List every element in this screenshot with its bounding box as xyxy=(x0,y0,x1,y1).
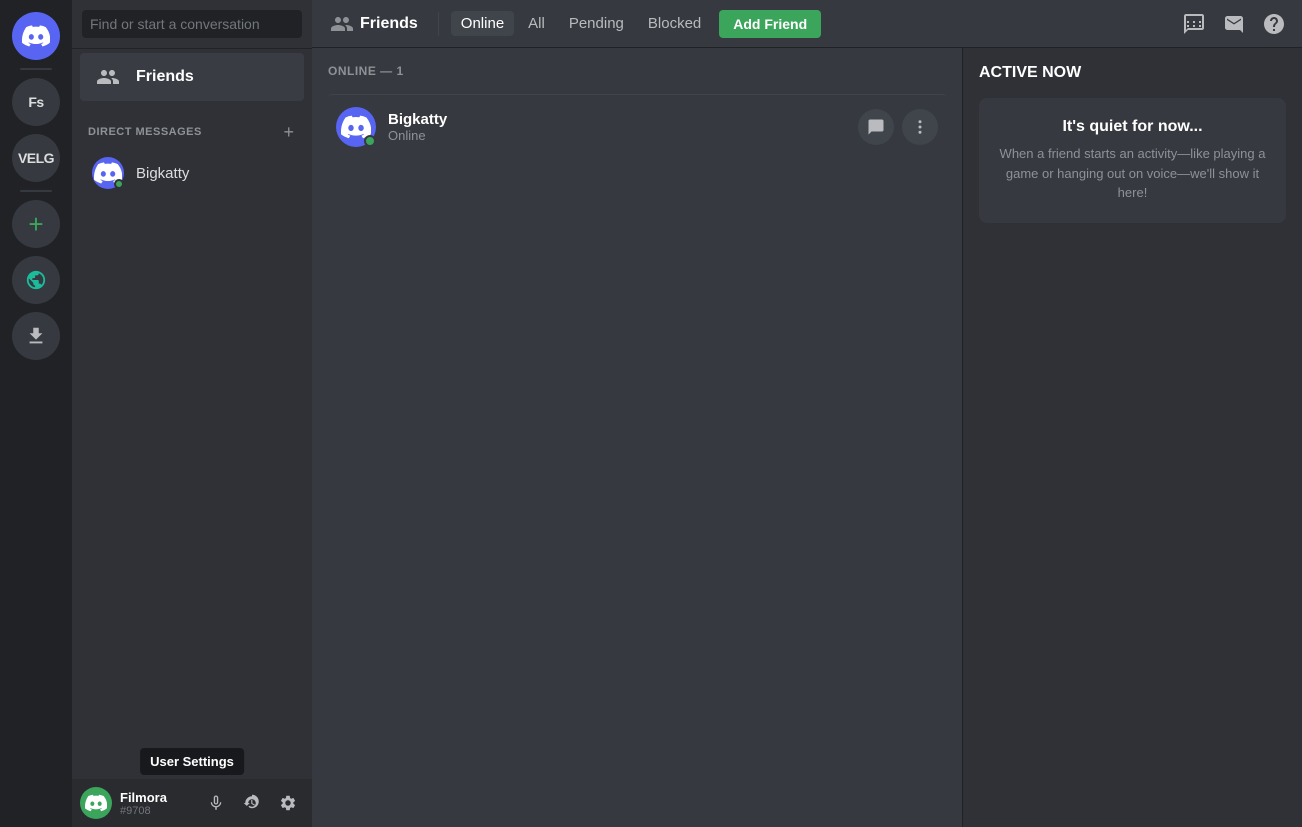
dm-sidebar: Friends DIRECT MESSAGES + Bigkatty User … xyxy=(72,0,312,827)
tab-pending[interactable]: Pending xyxy=(559,11,634,36)
friends-label: Friends xyxy=(136,68,194,86)
server-sidebar: Fs VELG + xyxy=(0,0,72,827)
friend-actions xyxy=(858,109,938,145)
direct-messages-label: DIRECT MESSAGES xyxy=(88,126,202,138)
user-info: Filmora #9708 xyxy=(120,790,192,817)
add-server-button[interactable]: + xyxy=(12,200,60,248)
main-content: Friends Online All Pending Blocked Add F… xyxy=(312,0,1302,827)
friends-nav-item[interactable]: Friends xyxy=(80,53,304,101)
user-panel: User Settings Filmora #9708 xyxy=(72,779,312,827)
friends-nav-icon xyxy=(328,10,356,38)
friend-online-dot xyxy=(364,135,376,147)
download-button[interactable] xyxy=(12,312,60,360)
inbox-button[interactable] xyxy=(1222,12,1246,36)
friend-info-bigkatty: Bigkatty Online xyxy=(388,111,858,143)
server-icon-velg[interactable]: VELG xyxy=(12,134,60,182)
discord-home-button[interactable] xyxy=(12,12,60,60)
active-now-title: ACTIVE NOW xyxy=(979,64,1286,82)
friend-avatar-bigkatty xyxy=(336,107,376,147)
message-friend-button[interactable] xyxy=(858,109,894,145)
add-friend-button[interactable]: Add Friend xyxy=(719,10,821,38)
active-now-panel: ACTIVE NOW It's quiet for now... When a … xyxy=(962,48,1302,827)
top-nav: Friends Online All Pending Blocked Add F… xyxy=(312,0,1302,48)
explore-button[interactable] xyxy=(12,256,60,304)
user-panel-tag: #9708 xyxy=(120,805,192,817)
friends-icon xyxy=(92,61,124,93)
plus-icon: + xyxy=(28,209,43,240)
friends-content: ONLINE — 1 Bigkatty Online xyxy=(312,48,962,827)
server-divider-2 xyxy=(20,190,52,192)
server-icon-fs[interactable]: Fs xyxy=(12,78,60,126)
direct-messages-section: DIRECT MESSAGES + xyxy=(72,105,312,147)
more-options-button[interactable] xyxy=(902,109,938,145)
quiet-title: It's quiet for now... xyxy=(995,118,1270,136)
dm-user-bigkatty[interactable]: Bigkatty xyxy=(80,149,304,197)
user-panel-name: Filmora xyxy=(120,790,192,805)
dm-avatar-bigkatty xyxy=(92,157,124,189)
search-input[interactable] xyxy=(82,10,302,38)
quiet-box: It's quiet for now... When a friend star… xyxy=(979,98,1286,223)
dm-username-bigkatty: Bigkatty xyxy=(136,165,189,182)
friend-status: Online xyxy=(388,128,858,143)
user-panel-actions xyxy=(200,787,304,819)
deafen-button[interactable] xyxy=(236,787,268,819)
nav-friends-label: Friends xyxy=(360,15,418,33)
search-bar-container xyxy=(72,0,312,49)
tab-all[interactable]: All xyxy=(518,11,555,36)
new-group-dm-button[interactable] xyxy=(1182,12,1206,36)
nav-divider xyxy=(438,12,439,36)
mute-button[interactable] xyxy=(200,787,232,819)
add-dm-button[interactable]: + xyxy=(281,121,296,143)
quiet-desc: When a friend starts an activity—like pl… xyxy=(995,144,1270,203)
nav-right-icons xyxy=(1182,12,1286,36)
tab-blocked[interactable]: Blocked xyxy=(638,11,711,36)
help-button[interactable] xyxy=(1262,12,1286,36)
server-divider xyxy=(20,68,52,70)
user-settings-tooltip: User Settings xyxy=(140,748,244,775)
user-avatar xyxy=(80,787,112,819)
online-indicator xyxy=(114,179,124,189)
online-header: ONLINE — 1 xyxy=(328,64,946,78)
settings-button[interactable] xyxy=(272,787,304,819)
friend-name: Bigkatty xyxy=(388,111,858,128)
friend-row-bigkatty[interactable]: Bigkatty Online xyxy=(328,94,946,159)
tab-online[interactable]: Online xyxy=(451,11,514,36)
